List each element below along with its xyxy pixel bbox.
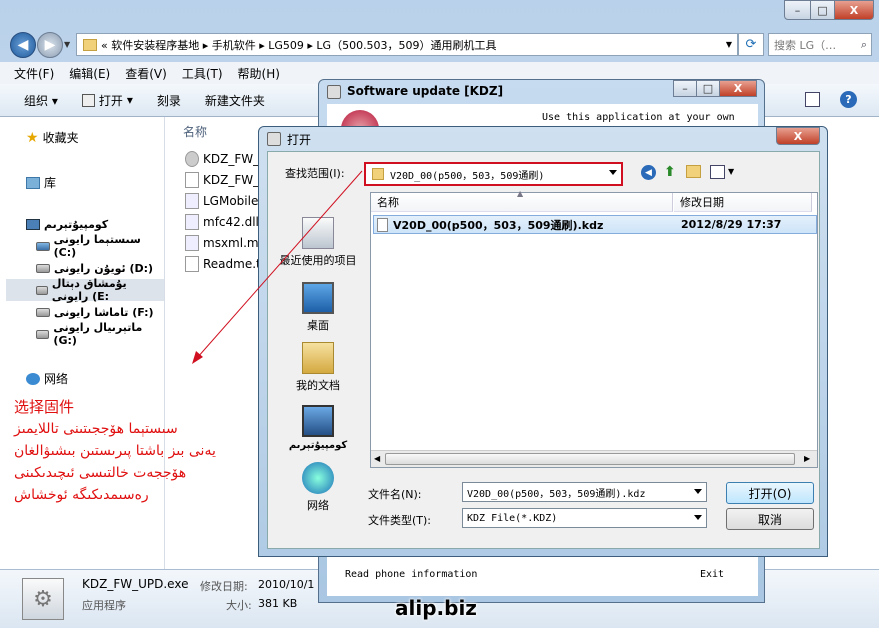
annotation-arrow — [192, 170, 363, 364]
watermark: alip.biz — [395, 596, 477, 620]
annotation-arrow-line — [196, 170, 363, 359]
